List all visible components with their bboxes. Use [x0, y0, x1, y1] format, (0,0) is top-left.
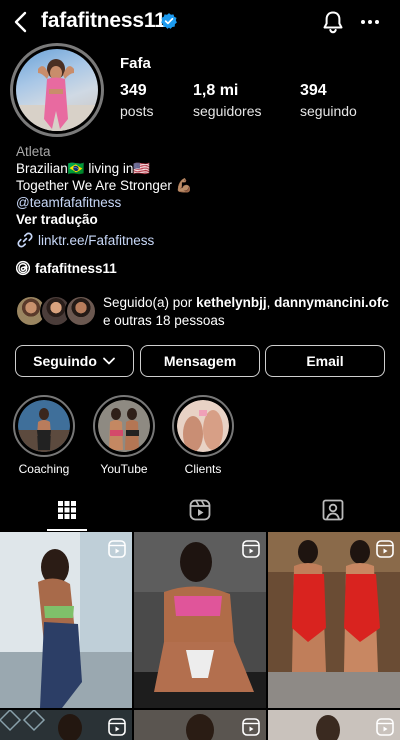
- email-button-label: Email: [306, 353, 344, 369]
- threads-handle: fafafitness11: [35, 260, 117, 276]
- stat-following[interactable]: 394 seguindo: [300, 82, 357, 119]
- external-link-text: linktr.ee/Fafafitness: [38, 232, 155, 248]
- grid-post[interactable]: [268, 532, 400, 708]
- stat-followers-label: seguidores: [193, 103, 262, 119]
- link-icon: [17, 232, 33, 248]
- reel-badge-icon: [108, 718, 126, 736]
- stat-following-value: 394: [300, 82, 327, 99]
- bio-line-1: Brazilian🇧🇷 living in🇺🇸: [16, 161, 151, 176]
- profile-header: fafafitness11: [0, 0, 400, 44]
- following-button-label: Seguindo: [33, 353, 97, 369]
- highlight-cover: [18, 400, 70, 452]
- followed-by-suffix: e outras 18 pessoas: [103, 313, 225, 328]
- reel-badge-icon: [242, 540, 260, 558]
- reel-badge-icon: [376, 718, 394, 736]
- grid-icon: [57, 501, 76, 519]
- stat-posts[interactable]: 349 posts: [120, 82, 153, 119]
- reel-badge-icon: [108, 540, 126, 558]
- highlight-label: Coaching: [18, 462, 70, 476]
- highlight-youtube[interactable]: YouTube: [93, 395, 155, 476]
- mutual-follower-2[interactable]: dannymancini.ofc: [274, 295, 389, 310]
- reels-icon: [189, 499, 210, 521]
- bio-line-2: Together We Are Stronger 💪🏽: [16, 178, 193, 193]
- reel-badge-icon: [242, 718, 260, 736]
- followed-by-text[interactable]: Seguido(a) por kethelynbjj, dannymancini…: [103, 294, 393, 330]
- stat-following-label: seguindo: [300, 103, 357, 119]
- stat-followers[interactable]: 1,8 mi seguidores: [193, 82, 262, 119]
- profile-tabs: [0, 489, 400, 531]
- profile-category: Atleta: [16, 144, 51, 159]
- see-translation-button[interactable]: Ver tradução: [16, 211, 98, 228]
- mutual-follower-1[interactable]: kethelynbjj: [196, 295, 267, 310]
- message-button-label: Mensagem: [163, 353, 237, 369]
- highlight-label: YouTube: [100, 462, 148, 476]
- stat-followers-value: 1,8 mi: [193, 82, 239, 99]
- active-tab-indicator: [47, 529, 87, 531]
- profile-username: fafafitness11: [41, 9, 166, 32]
- threads-badge[interactable]: fafafitness11: [16, 260, 117, 276]
- threads-icon: [16, 260, 30, 276]
- email-button[interactable]: Email: [265, 345, 385, 377]
- highlight-cover: [98, 400, 150, 452]
- avatar-photo: [16, 59, 98, 131]
- grid-post[interactable]: [134, 710, 266, 740]
- mutual-avatar[interactable]: [65, 295, 97, 327]
- external-link[interactable]: linktr.ee/Fafafitness: [16, 231, 154, 249]
- post-thumbnail: [134, 532, 266, 708]
- display-name: Fafa: [120, 55, 151, 72]
- grid-post[interactable]: [268, 710, 400, 740]
- message-button[interactable]: Mensagem: [140, 345, 260, 377]
- grid-post[interactable]: [0, 532, 132, 708]
- more-horizontal-icon[interactable]: [358, 11, 382, 33]
- post-thumbnail: [0, 532, 132, 708]
- post-thumbnail: [268, 532, 400, 708]
- followed-by-prefix: Seguido(a) por: [103, 295, 197, 310]
- chevron-down-icon: [102, 357, 115, 365]
- stat-posts-value: 349: [120, 82, 147, 99]
- highlight-clients[interactable]: Clients: [172, 395, 234, 476]
- tagged-icon: [322, 499, 343, 521]
- highlight-coaching[interactable]: Coaching: [13, 395, 75, 476]
- followed-by-separator: ,: [266, 295, 271, 310]
- grid-post[interactable]: [0, 710, 132, 740]
- tab-grid[interactable]: [0, 489, 133, 531]
- highlight-ring: [13, 395, 75, 457]
- verified-badge-icon: [161, 13, 177, 29]
- highlight-label: Clients: [184, 462, 222, 476]
- tab-tagged[interactable]: [266, 489, 399, 531]
- reel-badge-icon: [376, 540, 394, 558]
- highlight-ring: [172, 395, 234, 457]
- stat-posts-label: posts: [120, 103, 154, 119]
- back-arrow-icon[interactable]: [10, 10, 32, 34]
- bio-mention-link[interactable]: @teamfafafitness: [16, 194, 121, 211]
- tab-reels[interactable]: [133, 489, 266, 531]
- bell-icon[interactable]: [320, 9, 346, 35]
- following-button[interactable]: Seguindo: [15, 345, 134, 377]
- grid-post[interactable]: [134, 532, 266, 708]
- avatar[interactable]: [16, 49, 98, 131]
- highlight-ring: [93, 395, 155, 457]
- highlight-cover: [177, 400, 229, 452]
